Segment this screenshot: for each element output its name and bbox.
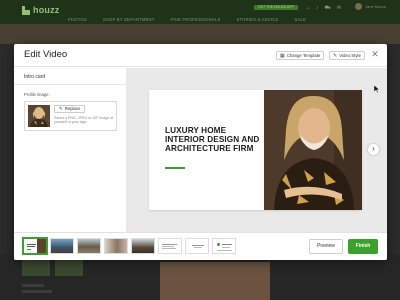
slide-thumbnails bbox=[23, 238, 236, 254]
next-slide-button[interactable]: › bbox=[368, 144, 379, 155]
thumbnail-text[interactable] bbox=[158, 238, 182, 254]
background-photo bbox=[160, 262, 270, 300]
background-thumb bbox=[22, 258, 50, 276]
preview-button[interactable]: Preview bbox=[309, 239, 343, 254]
modal-title: Edit Video bbox=[24, 49, 68, 60]
pencil-icon: ✎ bbox=[59, 106, 63, 111]
nav-photos[interactable]: PHOTOS bbox=[68, 15, 87, 24]
home-icon[interactable]: ⌂ bbox=[307, 5, 310, 12]
thumbnail-photo-4[interactable] bbox=[131, 238, 155, 254]
nav-sale[interactable]: SALE bbox=[294, 15, 306, 24]
background-text bbox=[22, 290, 52, 293]
site-header: houzz GET THE HOUZZ APP ⌂ ♪ ⛟ ✉ Jane Moo… bbox=[0, 0, 400, 24]
edit-video-modal: Edit Video ▦ Change Template ✎ Video Sty… bbox=[14, 44, 387, 260]
replace-button[interactable]: ✎ Replace bbox=[54, 105, 86, 113]
thumbnail-photo-2[interactable] bbox=[77, 238, 101, 254]
thumbnail-intro[interactable] bbox=[23, 238, 47, 254]
nav-shop[interactable]: SHOP BY DEPARTMENT bbox=[103, 15, 155, 24]
brush-icon: ✎ bbox=[333, 52, 338, 59]
left-panel: Intro card Profile image: ✎ Replace Sele… bbox=[14, 68, 126, 232]
slide-headline: LUXURY HOME INTERIOR DESIGN AND ARCHITEC… bbox=[165, 126, 260, 154]
thumbnail-contact[interactable] bbox=[212, 238, 236, 254]
mouse-cursor-icon bbox=[374, 85, 380, 93]
cart-icon[interactable]: ⛟ bbox=[325, 5, 331, 12]
nav-stories[interactable]: STORIES & ADVICE bbox=[236, 15, 278, 24]
preview-canvas: LUXURY HOME INTERIOR DESIGN AND ARCHITEC… bbox=[126, 68, 387, 232]
replace-label: Replace bbox=[64, 106, 81, 111]
user-name[interactable]: Jane Moore bbox=[365, 4, 386, 9]
profile-image-label: Profile image: bbox=[24, 92, 50, 97]
thumbnail-text-center[interactable] bbox=[185, 238, 209, 254]
finish-button[interactable]: Finish bbox=[348, 239, 378, 254]
intro-slide[interactable]: LUXURY HOME INTERIOR DESIGN AND ARCHITEC… bbox=[149, 90, 362, 210]
divider bbox=[14, 84, 126, 85]
houzz-logo[interactable]: houzz bbox=[22, 5, 60, 15]
slide-profile-photo bbox=[264, 90, 362, 210]
header-icons: ⌂ ♪ ⛟ ✉ bbox=[307, 5, 341, 12]
accent-bar bbox=[165, 167, 185, 169]
image-hint: Select a PNG, JPEG or GIF image of yours… bbox=[54, 116, 114, 125]
modal-header: Edit Video ▦ Change Template ✎ Video Sty… bbox=[14, 44, 387, 67]
houzz-logo-icon bbox=[22, 5, 30, 15]
video-style-button[interactable]: ✎ Video Style bbox=[329, 51, 365, 60]
profile-image-thumb[interactable] bbox=[28, 105, 50, 127]
thumbnail-photo-3[interactable] bbox=[104, 238, 128, 254]
background-text bbox=[22, 284, 44, 287]
video-style-label: Video Style bbox=[339, 53, 361, 58]
logo-text: houzz bbox=[33, 5, 60, 15]
mail-icon[interactable]: ✉ bbox=[337, 5, 341, 12]
change-template-button[interactable]: ▦ Change Template bbox=[276, 51, 325, 60]
card-title: Intro card bbox=[24, 74, 46, 80]
nav-find-pros[interactable]: FIND PROFESSIONALS bbox=[171, 15, 221, 24]
close-icon[interactable]: ✕ bbox=[370, 49, 380, 59]
site-nav: PHOTOS SHOP BY DEPARTMENT FIND PROFESSIO… bbox=[0, 15, 400, 24]
background-thumb bbox=[55, 258, 83, 276]
change-template-label: Change Template bbox=[286, 53, 321, 58]
grid-icon: ▦ bbox=[280, 52, 285, 59]
user-avatar[interactable] bbox=[355, 3, 362, 10]
profile-image-field: ✎ Replace Select a PNG, JPEG or GIF imag… bbox=[24, 101, 117, 131]
bell-icon[interactable]: ♪ bbox=[316, 5, 319, 12]
app-promo-button[interactable]: GET THE HOUZZ APP bbox=[254, 5, 298, 10]
thumbnail-photo-1[interactable] bbox=[50, 238, 74, 254]
modal-footer: Preview Finish bbox=[14, 232, 387, 260]
background-banner bbox=[0, 24, 400, 44]
